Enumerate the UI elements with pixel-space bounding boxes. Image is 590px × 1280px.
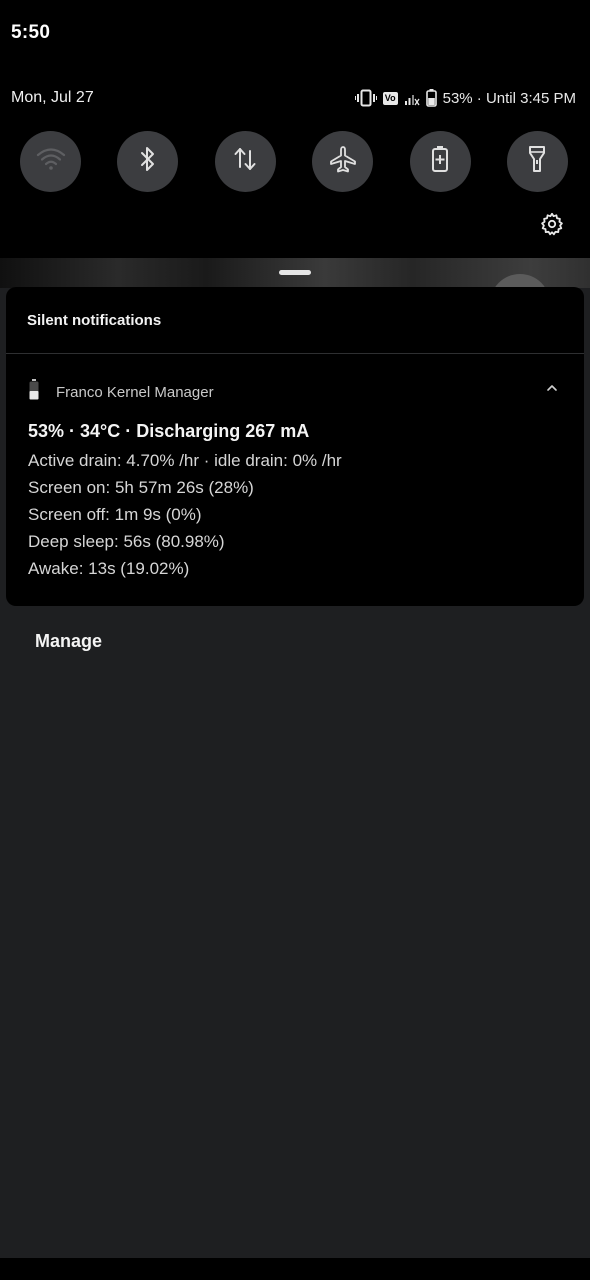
- section-header: Silent notifications: [27, 312, 162, 329]
- bluetooth-icon: [138, 146, 158, 177]
- battery-estimate-text: 53% · Until 3:45 PM: [442, 89, 576, 107]
- notification-title: 53% · 34°C · Discharging 267 mA: [28, 421, 310, 441]
- battery-saver-icon: [431, 145, 449, 178]
- notification-line: Active drain: 4.70% /hr · idle drain: 0%…: [28, 451, 342, 470]
- qs-date[interactable]: Mon, Jul 27: [11, 89, 94, 107]
- quick-settings-tiles: [20, 131, 568, 192]
- wifi-icon: [36, 147, 66, 176]
- qs-status-icons: Vo 53% · Until 3:45 PM: [354, 86, 576, 110]
- quick-settings-panel: [6, 118, 584, 258]
- volte-icon: Vo: [382, 91, 398, 105]
- notification-line: Screen on: 5h 57m 26s (28%): [28, 478, 254, 497]
- chevron-up-icon[interactable]: [545, 383, 559, 393]
- airplane-icon: [329, 145, 357, 178]
- tile-wifi[interactable]: [20, 131, 81, 192]
- tile-bluetooth[interactable]: [117, 131, 179, 192]
- gear-icon: [540, 212, 564, 241]
- drag-handle[interactable]: [279, 270, 311, 275]
- vibrate-icon: [354, 89, 377, 107]
- battery-icon: [425, 89, 437, 107]
- battery-icon: [28, 379, 40, 406]
- divider: [6, 353, 584, 354]
- mobile-data-icon: [232, 145, 258, 178]
- status-bar-clock: 5:50: [11, 22, 51, 43]
- tile-airplane-mode[interactable]: [312, 131, 374, 192]
- settings-button[interactable]: [540, 212, 564, 241]
- wallpaper-shape: [490, 274, 550, 288]
- tile-flashlight[interactable]: [506, 131, 568, 192]
- signal-icon: [404, 90, 420, 106]
- tile-battery-saver[interactable]: [409, 131, 471, 192]
- notification-line: Deep sleep: 56s (80.98%): [28, 532, 225, 551]
- navigation-bar: [0, 1258, 590, 1280]
- notification-line: Screen off: 1m 9s (0%): [28, 505, 202, 524]
- flashlight-icon: [528, 145, 546, 178]
- tile-mobile-data[interactable]: [214, 131, 276, 192]
- notification-app-header[interactable]: Franco Kernel Manager: [28, 379, 214, 406]
- notification-card[interactable]: Silent notifications Franco Kernel Manag…: [6, 287, 584, 606]
- manage-button[interactable]: Manage: [35, 631, 102, 652]
- notification-app-name: Franco Kernel Manager: [56, 384, 214, 401]
- notification-body: Active drain: 4.70% /hr · idle drain: 0%…: [28, 447, 342, 582]
- notification-line: Awake: 13s (19.02%): [28, 559, 190, 578]
